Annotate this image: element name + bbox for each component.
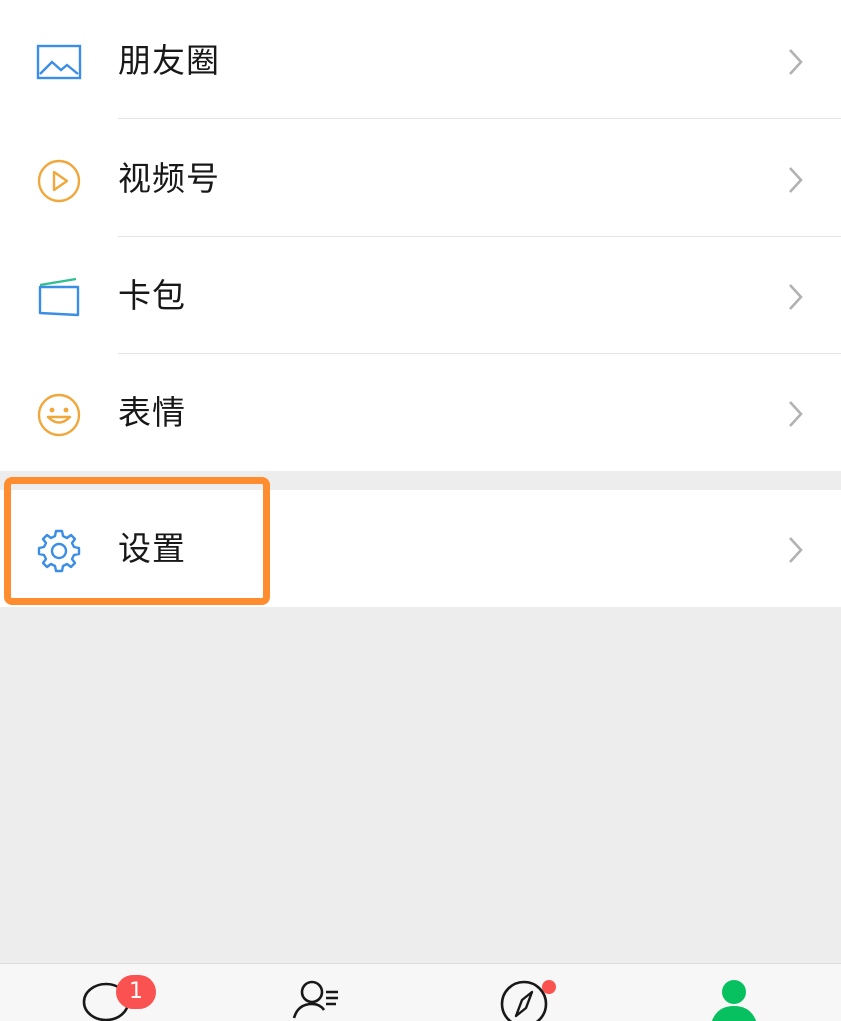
chevron-right-icon <box>789 49 803 75</box>
tab-chats[interactable]: 1 <box>68 975 156 1021</box>
menu-item-stickers[interactable]: 表情 <box>0 354 841 471</box>
card-wallet-icon <box>38 277 80 317</box>
menu-item-channels[interactable]: 视频号 <box>0 120 841 237</box>
tab-me[interactable] <box>694 978 774 1021</box>
notification-dot <box>542 980 556 994</box>
tab-discover[interactable] <box>486 978 566 1021</box>
menu-item-moments[interactable]: 朋友圈 <box>0 2 841 119</box>
divider <box>118 118 841 119</box>
menu-item-label: 卡包 <box>118 276 186 315</box>
bottom-tab-bar: 1 <box>0 963 841 1021</box>
chevron-right-icon <box>789 401 803 427</box>
contacts-icon <box>292 980 338 1019</box>
menu-item-label: 视频号 <box>118 159 220 198</box>
unread-badge: 1 <box>116 975 156 1009</box>
menu-item-label: 设置 <box>118 529 186 568</box>
chevron-right-icon <box>789 537 803 563</box>
menu-item-label: 朋友圈 <box>118 41 220 80</box>
chevron-right-icon <box>789 167 803 193</box>
channels-play-icon <box>37 159 81 203</box>
moments-image-icon <box>36 44 82 80</box>
menu-item-settings[interactable]: 设置 <box>0 490 841 607</box>
smiley-face-icon <box>37 393 81 437</box>
gear-icon <box>37 529 81 573</box>
menu-item-cards[interactable]: 卡包 <box>0 237 841 354</box>
me-person-icon <box>711 980 757 1021</box>
menu-item-label: 表情 <box>118 393 186 432</box>
menu-group-main: 朋友圈 视频号 卡包 表情 <box>0 0 841 471</box>
tab-contacts[interactable] <box>278 978 358 1021</box>
chevron-right-icon <box>789 284 803 310</box>
menu-group-settings: 设置 <box>0 490 841 607</box>
